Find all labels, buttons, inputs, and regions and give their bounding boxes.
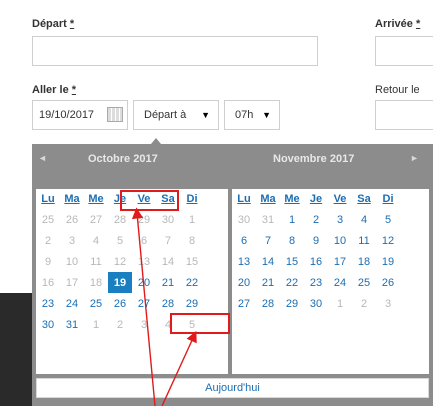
annotation-arrow-1	[131, 207, 156, 406]
annotation-arrow-2	[161, 330, 197, 406]
annotation-arrows	[131, 207, 197, 406]
